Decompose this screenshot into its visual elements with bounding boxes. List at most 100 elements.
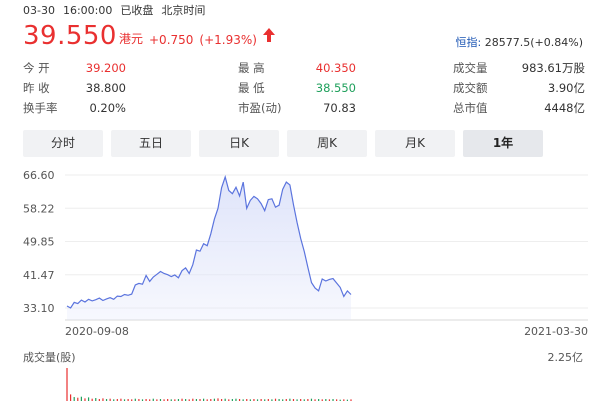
volume-bar: [278, 399, 280, 401]
volume-bar: [98, 399, 100, 401]
volume-bar: [228, 399, 230, 401]
index-name-link[interactable]: 恒指:: [456, 36, 482, 49]
stat-value: 3.90亿: [547, 81, 585, 95]
y-tick-label: 66.60: [23, 169, 55, 182]
quote-stats-table: 今 开 39.200 最 高 40.350 成交量 983.61万股昨 收 38.800 最 …: [23, 58, 585, 118]
tab-4[interactable]: 月K: [375, 130, 455, 157]
tab-1[interactable]: 五日: [111, 130, 191, 157]
price-change: +0.750: [149, 33, 194, 47]
tab-0[interactable]: 分时: [23, 130, 103, 157]
market-status: 已收盘: [120, 4, 154, 17]
volume-bar: [138, 399, 140, 401]
volume-bar: [217, 398, 219, 401]
volume-bar: [141, 399, 144, 401]
volume-bar: [105, 399, 108, 401]
tab-5[interactable]: 1年: [463, 130, 543, 157]
stat-value: 38.550: [315, 81, 356, 95]
volume-bar: [84, 398, 86, 401]
stat-row: 换手率 0.20% 市盈(动) 70.83 总市值 4448亿: [23, 98, 585, 118]
volume-bar: [156, 399, 158, 401]
y-tick-label: 49.85: [23, 236, 55, 249]
quote-date: 03-30: [23, 4, 55, 17]
volume-bar: [152, 398, 154, 401]
volume-axis-label: 成交量(股): [23, 350, 76, 364]
volume-bar: [167, 399, 169, 401]
volume-bar: [231, 399, 233, 401]
stat-value: 983.61万股: [521, 61, 585, 75]
volume-bar: [210, 399, 212, 401]
volume-bar: [328, 399, 331, 401]
stat-label: 最 低: [238, 81, 265, 95]
volume-bar: [170, 399, 172, 401]
volume-bar: [91, 398, 93, 401]
volume-bar: [246, 399, 248, 401]
volume-bar: [343, 399, 345, 401]
volume-bar: [192, 398, 194, 401]
volume-bar: [66, 368, 68, 401]
y-tick-label: 33.10: [23, 302, 55, 315]
volume-bar: [206, 399, 208, 401]
volume-bar: [332, 399, 334, 401]
tab-2[interactable]: 日K: [199, 130, 279, 157]
index-info[interactable]: 恒指: 28577.5(+0.84%): [456, 34, 583, 50]
volume-bar: [73, 397, 75, 401]
volume-bar: [314, 399, 316, 401]
volume-bar: [69, 394, 72, 401]
volume-bar: [260, 399, 262, 401]
volume-bar: [274, 398, 277, 401]
volume-bar: [109, 398, 111, 401]
period-tabs: 分时 五日 日K 周K 月K 1年: [23, 130, 551, 157]
stat-value: 0.20%: [89, 101, 126, 115]
quote-time: 16:00:00: [62, 4, 113, 17]
volume-bar: [296, 399, 298, 401]
volume-bar: [149, 399, 151, 401]
stat-value: 39.200: [85, 61, 126, 75]
volume-bar: [242, 399, 244, 401]
price-row: 39.550 港元 +0.750 (+1.93%): [23, 19, 275, 53]
price-change-percent: (+1.93%): [199, 33, 257, 47]
volume-bar: [185, 399, 187, 401]
price-chart: 66.60 58.22 49.85 41.47 33.10 2020-09-08 2021-…: [23, 169, 588, 401]
volume-bar: [238, 399, 241, 401]
volume-bar: [267, 399, 269, 401]
x-end-label: 2021-03-30: [524, 325, 588, 338]
volume-bar: [199, 399, 201, 401]
volume-bar: [188, 399, 190, 401]
volume-bar: [174, 399, 176, 401]
volume-bar: [134, 398, 136, 401]
volume-bar: [321, 399, 323, 401]
volume-bar: [253, 399, 255, 401]
volume-bar: [300, 399, 302, 401]
stat-label: 总市值: [453, 101, 488, 115]
y-tick-label: 41.47: [23, 269, 55, 282]
volume-bar: [177, 399, 180, 401]
volume-bar: [336, 399, 338, 401]
volume-bar: [310, 398, 313, 401]
volume-bar: [235, 398, 237, 401]
stat-label: 成交量: [453, 61, 488, 75]
volume-bar: [249, 399, 251, 401]
x-start-label: 2020-09-08: [65, 325, 129, 338]
volume-bar: [256, 399, 259, 401]
volume-bar: [307, 399, 309, 401]
volume-bar: [116, 399, 118, 401]
stat-value: 38.800: [85, 81, 126, 95]
volume-bar: [346, 399, 349, 401]
stat-label: 今 开: [23, 61, 50, 75]
volume-bar: [224, 398, 226, 401]
volume-bar: [159, 399, 162, 401]
volume-bar: [271, 399, 273, 401]
timezone-label: 北京时间: [161, 4, 206, 17]
volume-bar: [350, 399, 352, 401]
stat-value: 40.350: [315, 61, 356, 75]
currency-label: 港元: [118, 32, 143, 46]
volume-bar: [264, 399, 266, 401]
arrow-up-icon: [262, 27, 275, 46]
stat-label: 昨 收: [23, 81, 50, 95]
volume-bar: [120, 398, 122, 401]
volume-bar: [145, 399, 147, 401]
volume-bar: [325, 399, 327, 401]
volume-bar: [285, 399, 287, 401]
volume-bar: [181, 398, 183, 401]
tab-3[interactable]: 周K: [287, 130, 367, 157]
